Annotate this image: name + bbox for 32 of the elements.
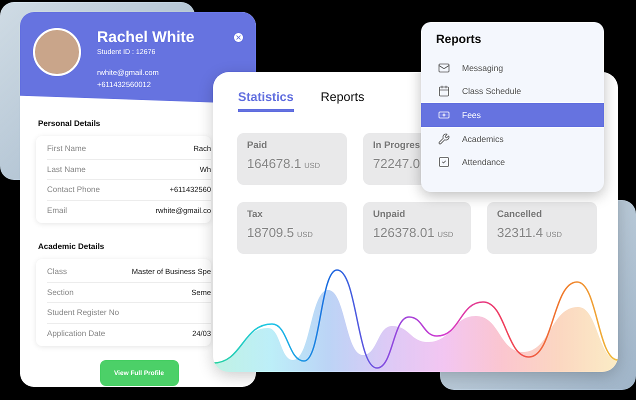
stat-label: In Progres (373, 140, 420, 151)
envelope-icon (438, 62, 450, 74)
section-title: Personal Details (38, 119, 102, 128)
student-name: Rachel White (97, 28, 194, 48)
stat-label: Cancelled (497, 209, 542, 220)
stat-label: Tax (247, 209, 263, 220)
field-label: Application Date (47, 328, 106, 338)
field-label: Class (47, 267, 68, 276)
menu-title: Reports (435, 32, 482, 48)
field-label: Contact Phone (47, 185, 100, 194)
menu-item[interactable]: Fees (421, 103, 604, 127)
calendar-icon (438, 85, 450, 98)
field-label: Last Name (47, 164, 86, 174)
field-label: Student Register No (47, 308, 120, 318)
stat-value: 72247.0 (373, 156, 420, 171)
avatar-placeholder (33, 28, 81, 76)
tab[interactable]: Statistics (238, 88, 294, 112)
menu-item[interactable]: Attendance (421, 150, 604, 174)
menu-item[interactable]: Academics (421, 126, 604, 150)
close-button[interactable] (234, 33, 243, 42)
wrench-icon (438, 132, 450, 145)
checkbox-icon (438, 156, 450, 168)
menu-item[interactable]: Messaging (421, 56, 604, 80)
menu-item[interactable]: Class Schedule (421, 80, 604, 104)
field-label: First Name (47, 144, 86, 154)
stat-label: Paid (247, 140, 268, 151)
field-label: Email (47, 206, 68, 215)
section-title: Academic Details (38, 242, 106, 251)
field-label: Section (47, 288, 74, 297)
stat-label: Unpaid (373, 209, 406, 220)
tab[interactable]: Reports (320, 88, 364, 112)
banknote-icon (438, 108, 450, 121)
